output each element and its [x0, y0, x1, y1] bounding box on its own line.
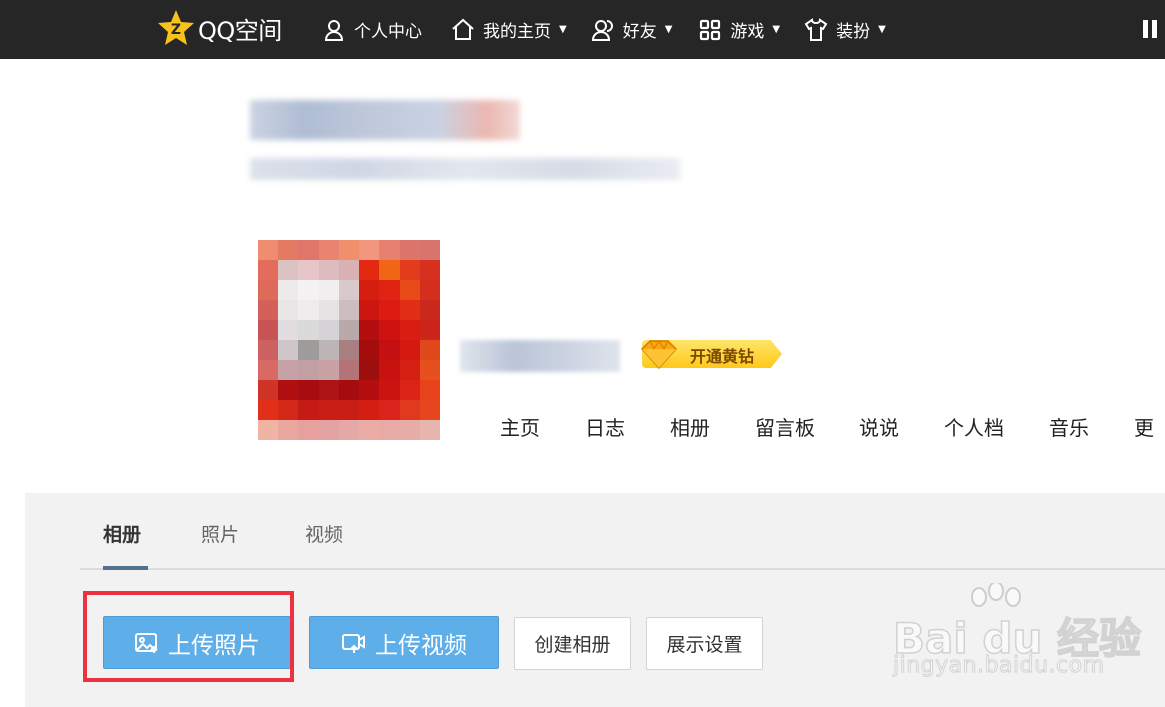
- top-nav: 个人中心 我的主页 ▼ 好友 ▼ 游戏 ▼ 装扮 ▼: [322, 0, 886, 59]
- chevron-down-icon: ▼: [664, 24, 673, 35]
- tab-message-board[interactable]: 留言板: [755, 412, 815, 441]
- highlight-box: [83, 591, 294, 682]
- nav-label: 个人中心: [354, 22, 422, 42]
- home-icon: [452, 18, 474, 40]
- subtab-divider: [80, 568, 1165, 570]
- subtab-albums[interactable]: 相册: [103, 520, 141, 547]
- tab-moments[interactable]: 说说: [859, 412, 899, 441]
- tshirt-icon: [804, 17, 828, 41]
- profile-tabs: 主页 日志 相册 留言板 说说 个人档 音乐 更: [500, 412, 1154, 441]
- blurred-nickname: [460, 340, 620, 372]
- nav-label: 好友: [622, 22, 657, 42]
- friends-icon: [591, 19, 613, 41]
- nav-label: 游戏: [730, 22, 765, 42]
- tab-profile[interactable]: 个人档: [944, 412, 1004, 441]
- nav-games[interactable]: 游戏 ▼: [698, 17, 780, 42]
- upload-video-label: 上传视频: [375, 632, 467, 659]
- upload-video-icon: [342, 633, 365, 653]
- qzone-logo[interactable]: Z QQ空间: [156, 8, 282, 48]
- subtab-photos[interactable]: 照片: [201, 520, 239, 547]
- chevron-down-icon: ▼: [772, 24, 781, 35]
- nav-personal-center[interactable]: 个人中心: [322, 17, 422, 42]
- blurred-space-description: [250, 158, 680, 180]
- person-icon: [324, 19, 344, 41]
- vip-badge-label: 开通黄钻: [690, 347, 755, 366]
- chevron-down-icon: ▼: [559, 24, 567, 35]
- nav-my-homepage[interactable]: 我的主页 ▼: [451, 17, 567, 42]
- avatar[interactable]: [258, 240, 440, 440]
- nav-label: 我的主页: [483, 22, 551, 42]
- blurred-space-title: [250, 100, 520, 140]
- watermark-url: jingyan.baidu.com: [893, 653, 1105, 679]
- nav-friends[interactable]: 好友 ▼: [591, 17, 673, 42]
- grid-icon: [700, 19, 721, 40]
- tab-home[interactable]: 主页: [500, 412, 540, 441]
- upload-video-button[interactable]: 上传视频: [309, 616, 499, 669]
- album-subtabs: 相册 照片 视频: [78, 520, 343, 547]
- baidu-jingyan-watermark: Bai du 经验 jingyan.baidu.com: [892, 583, 1153, 683]
- subtab-videos[interactable]: 视频: [305, 520, 343, 547]
- qzone-star-icon: Z: [158, 10, 194, 45]
- svg-text:Z: Z: [171, 22, 181, 38]
- nav-label: 装扮: [836, 22, 871, 42]
- create-album-button[interactable]: 创建相册: [514, 617, 631, 670]
- logo-text: QQ空间: [198, 16, 282, 45]
- tab-more[interactable]: 更: [1134, 412, 1154, 441]
- tab-music[interactable]: 音乐: [1049, 412, 1089, 441]
- display-settings-button[interactable]: 展示设置: [646, 617, 763, 670]
- top-navigation-bar: Z QQ空间 个人中心 我的主页 ▼ 好友 ▼ 游戏 ▼ 装扮 ▼: [0, 0, 1165, 59]
- nav-dress-up[interactable]: 装扮 ▼: [804, 17, 886, 42]
- diamond-icon: [640, 340, 678, 370]
- pause-icon[interactable]: [1143, 20, 1157, 38]
- tab-album[interactable]: 相册: [670, 412, 710, 441]
- active-subtab-indicator: [103, 566, 148, 570]
- tab-blog[interactable]: 日志: [585, 412, 625, 441]
- chevron-down-icon: ▼: [878, 24, 886, 35]
- yellow-diamond-badge[interactable]: 开通黄钻: [636, 337, 786, 371]
